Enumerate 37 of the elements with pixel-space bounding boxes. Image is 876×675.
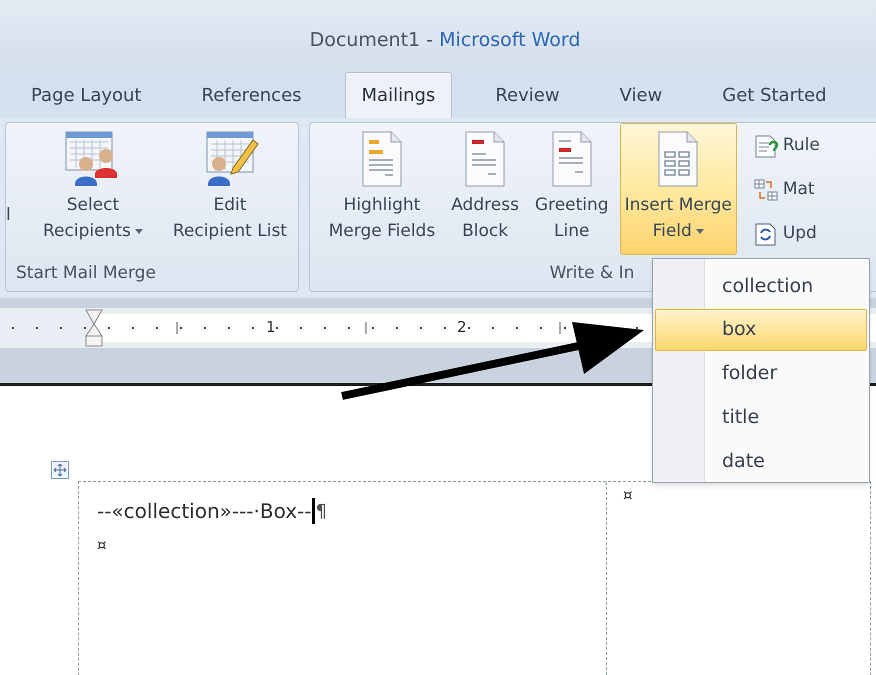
menu-item[interactable]: folder xyxy=(655,352,867,394)
menu-item[interactable]: date xyxy=(655,440,867,482)
button-label: l xyxy=(6,204,12,227)
ribbon-button[interactable]: Highlight Merge Fields xyxy=(324,123,440,255)
table-move-handle-icon xyxy=(51,461,69,479)
ribbon-button[interactable]: Greeting Line xyxy=(530,123,614,255)
document-text: ¤ xyxy=(623,485,633,506)
ruler-number: 2 xyxy=(457,317,467,338)
group-label: Start Mail Merge xyxy=(16,262,156,286)
ribbon-button[interactable]: Select Recipients xyxy=(38,123,148,255)
menu-item[interactable]: box xyxy=(655,308,867,351)
menu-item[interactable]: title xyxy=(655,396,867,438)
ruler-number: 1 xyxy=(266,317,276,338)
ribbon-button[interactable]: Edit Recipient List xyxy=(168,123,292,255)
document-question-icon xyxy=(752,133,779,159)
ribbon-tab[interactable]: Get Started xyxy=(705,72,844,118)
document-icon xyxy=(463,130,508,188)
small-ribbon-button[interactable]: Upd xyxy=(752,219,820,249)
ribbon-button[interactable]: Address Block xyxy=(446,123,524,255)
window-title: Document1 - Microsoft Word xyxy=(310,28,580,52)
highlighted-document-icon xyxy=(360,130,404,188)
group-label: Write & In xyxy=(550,262,634,286)
paragraph-mark: ¶ xyxy=(315,500,327,524)
document-text: --«collection»---·Box-- xyxy=(97,498,312,525)
ribbon-button[interactable]: Insert Merge Field xyxy=(620,123,737,255)
small-ribbon-button[interactable]: Rule xyxy=(752,131,820,161)
match-fields-icon xyxy=(752,177,779,203)
document-icon xyxy=(550,130,594,188)
ribbon-tab[interactable]: Mailings xyxy=(344,72,452,118)
ribbon-tab[interactable]: Page Layout xyxy=(14,72,158,118)
small-ribbon-button[interactable]: Mat xyxy=(752,175,820,205)
ribbon-tab[interactable]: Review xyxy=(478,72,577,118)
document-text: ¤ xyxy=(97,535,107,556)
field-grid-document-icon xyxy=(656,130,700,188)
ribbon-tab[interactable]: View xyxy=(602,72,680,118)
ribbon-tab[interactable]: References xyxy=(184,72,319,118)
menu-item[interactable]: collection xyxy=(655,265,867,307)
